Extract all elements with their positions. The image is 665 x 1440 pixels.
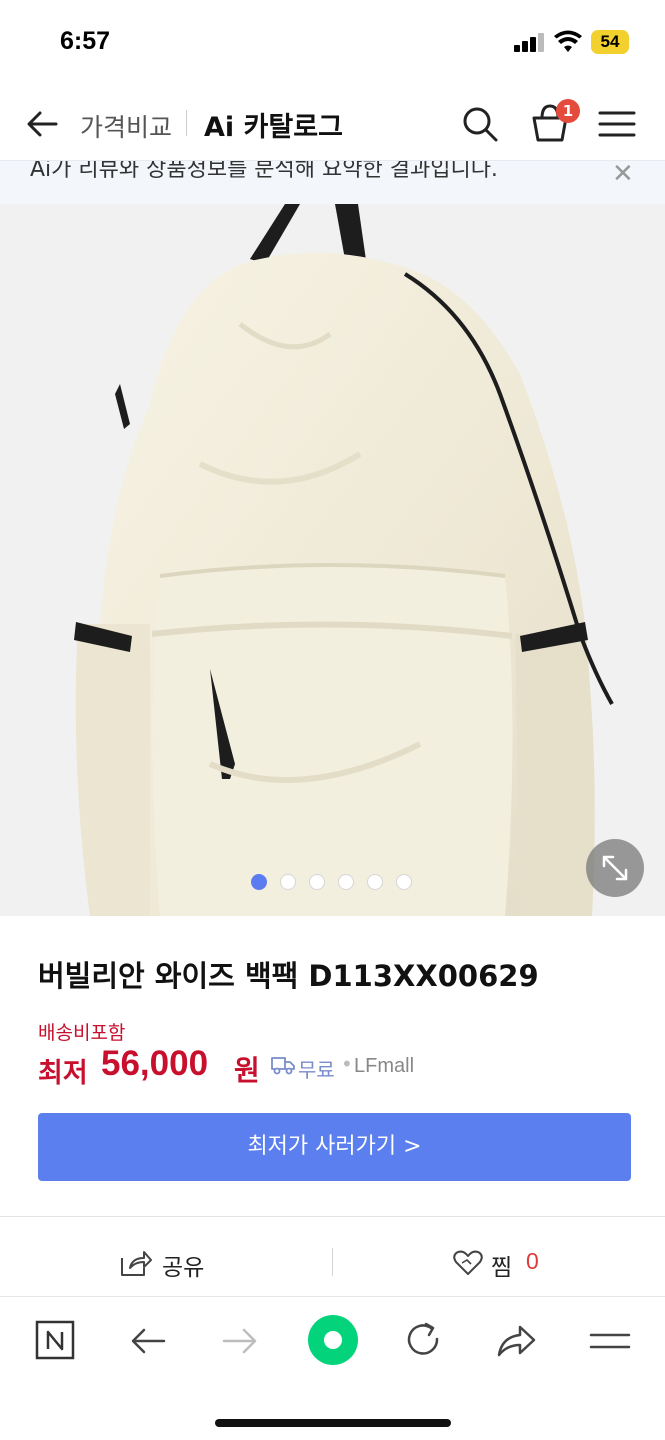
product-title: 버빌리안 와이즈 백팩 D113XX00629 — [38, 959, 539, 993]
product-image-gallery[interactable] — [0, 204, 665, 916]
cart-count-badge: 1 — [556, 99, 580, 123]
product-image — [74, 204, 614, 916]
status-bar: 6:57 54 — [0, 0, 665, 88]
expand-icon — [602, 855, 628, 881]
page-title: Ai 카탈로그 — [204, 112, 343, 143]
wifi-icon — [554, 30, 582, 52]
shipping-fee: 무료 — [298, 1058, 335, 1082]
green-dot-icon[interactable] — [307, 1314, 359, 1366]
notice-text: Ai가 리뷰와 상품정보를 분석해 요약한 결과입니다. — [30, 160, 498, 182]
pagination-dot[interactable] — [338, 874, 354, 890]
cellular-signal-icon — [514, 32, 546, 52]
price-unit: 원 — [234, 1054, 260, 1087]
forward-icon[interactable] — [218, 1319, 262, 1363]
hamburger-menu-icon[interactable] — [598, 108, 636, 140]
pagination-dot[interactable] — [396, 874, 412, 890]
section-divider — [0, 1216, 665, 1217]
share-button[interactable]: 공유 — [118, 1242, 278, 1282]
browser-bottom-bar — [0, 1296, 665, 1440]
status-time: 6:57 — [60, 27, 111, 55]
pagination-dot[interactable] — [309, 874, 325, 890]
pagination-dot[interactable] — [367, 874, 383, 890]
breadcrumb-price-compare[interactable]: 가격비교 — [80, 108, 172, 144]
menu-icon[interactable] — [588, 1319, 632, 1363]
gallery-pagination — [251, 874, 412, 892]
back-arrow-icon[interactable] — [22, 104, 62, 144]
separator-dot: • — [341, 1052, 353, 1076]
truck-icon — [271, 1057, 295, 1075]
share-label: 공유 — [162, 1255, 205, 1281]
app-header: 가격비교 Ai 카탈로그 1 — [0, 88, 665, 160]
share-icon — [121, 1251, 152, 1276]
lowest-price-label: 최저 — [38, 1058, 88, 1089]
shipping-included-note: 배송비포함 — [38, 1022, 126, 1044]
close-icon[interactable]: ✕ — [612, 161, 634, 189]
share-arrow-icon[interactable] — [494, 1319, 538, 1363]
home-indicator[interactable] — [215, 1419, 451, 1427]
pagination-dot[interactable] — [280, 874, 296, 890]
wishlist-button[interactable]: 찜 0 — [453, 1242, 573, 1282]
buy-lowest-price-button[interactable]: 최저가 사러가기 > — [38, 1113, 631, 1181]
battery-indicator: 54 — [591, 30, 629, 54]
wishlist-label: 찜 — [491, 1255, 513, 1281]
back-icon[interactable] — [126, 1319, 170, 1363]
action-divider — [332, 1248, 333, 1276]
search-icon[interactable] — [460, 104, 500, 144]
reload-icon[interactable] — [402, 1319, 446, 1363]
breadcrumb-divider — [186, 110, 187, 136]
wishlist-count: 0 — [526, 1248, 539, 1274]
heart-icon — [453, 1250, 483, 1275]
ai-notice-banner: Ai가 리뷰와 상품정보를 분석해 요약한 결과입니다. ✕ — [0, 160, 665, 204]
naver-n-icon[interactable] — [34, 1319, 78, 1363]
pagination-dot[interactable] — [251, 874, 267, 890]
mall-name[interactable]: LFmall — [354, 1055, 414, 1078]
price-value: 56,000 — [101, 1044, 209, 1083]
expand-image-button[interactable] — [586, 839, 644, 897]
